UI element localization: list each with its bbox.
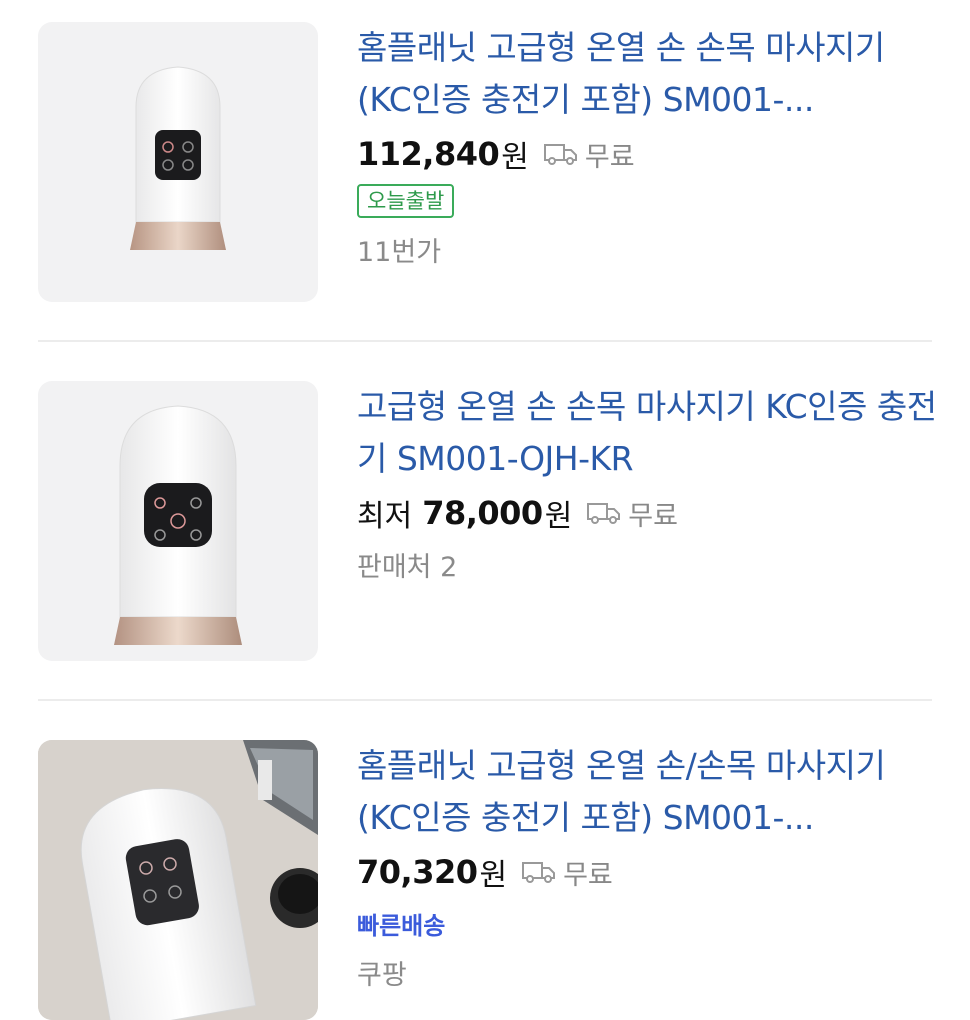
shipping-label: 무료	[584, 141, 635, 173]
currency-label: 원	[544, 499, 573, 534]
product-title[interactable]: 고급형 온열 손 손목 마사지기 KC인증 충전기 SM001-OJH-KR	[357, 381, 940, 485]
hand-massager-image	[130, 66, 226, 250]
price-row: 최저 78,000 원 무료	[357, 493, 940, 534]
delivery-truck-icon	[587, 503, 621, 524]
shipping-info: 무료	[586, 494, 678, 533]
product-thumbnail[interactable]	[38, 381, 318, 661]
price-value: 78,000	[422, 494, 543, 532]
product-title[interactable]: 홈플래닛 고급형 온열 손/손목 마사지기 (KC인증 충전기 포함) SM00…	[357, 740, 940, 844]
seller-name: 11번가	[357, 237, 442, 268]
today-dispatch-badge: 오늘출발	[357, 184, 455, 218]
hand-massager-lifestyle-image	[38, 740, 318, 1020]
currency-label: 원	[501, 140, 529, 175]
seller-name: 쿠팡	[357, 960, 407, 991]
shipping-label: 무료	[563, 859, 613, 891]
shipping-info: 무료	[521, 853, 613, 892]
seller-count[interactable]: 판매처 2	[357, 545, 940, 584]
delivery-truck-icon	[522, 862, 556, 883]
product-thumbnail[interactable]	[38, 740, 318, 1020]
price-row: 70,320 원 무료	[357, 852, 940, 893]
shipping-label: 무료	[628, 500, 678, 532]
product-title[interactable]: 홈플래닛 고급형 온열 손 손목 마사지기 (KC인증 충전기 포함) SM00…	[357, 22, 940, 126]
divider	[38, 699, 932, 701]
delivery-truck-icon	[543, 144, 577, 165]
price-row: 112,840 원 무료	[357, 134, 940, 175]
shipping-info: 무료	[543, 135, 635, 174]
fast-delivery-label: 빠른배송	[357, 912, 446, 940]
divider	[38, 340, 932, 342]
lowest-price-label: 최저	[357, 499, 413, 534]
product-thumbnail[interactable]	[38, 22, 318, 302]
price-value: 112,840	[357, 135, 500, 173]
hand-massager-image	[114, 405, 242, 645]
currency-label: 원	[479, 858, 508, 893]
price-value: 70,320	[357, 853, 478, 891]
